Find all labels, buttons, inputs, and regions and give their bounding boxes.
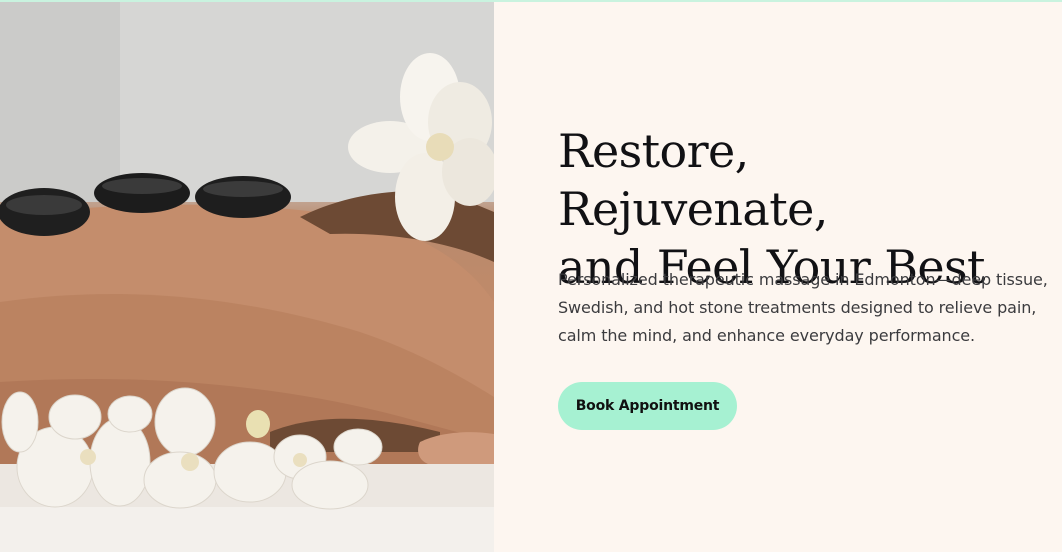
hero-headline-line-1: Restore, Rejuvenate, [558,124,828,236]
hero-section: Restore, Rejuvenate, and Feel Your Best … [0,2,1062,552]
hero-content: Restore, Rejuvenate, and Feel Your Best … [494,2,1062,552]
hero-image-hot-stone-massage [0,2,494,552]
book-appointment-button[interactable]: Book Appointment [558,382,737,430]
hero-subtext: Personalized therapeutic massage in Edmo… [558,270,1048,345]
massage-illustration [0,2,494,552]
